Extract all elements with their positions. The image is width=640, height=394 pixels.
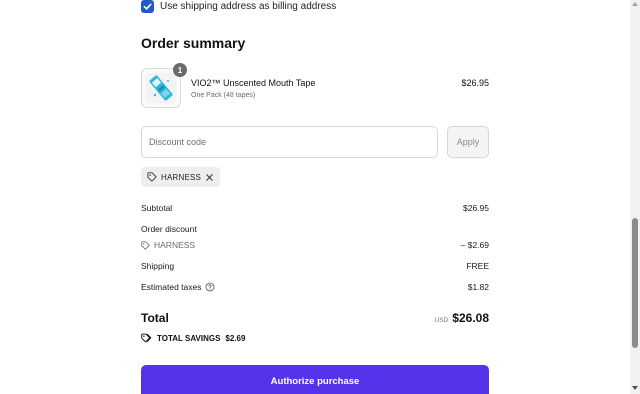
taxes-value: $1.82 (467, 282, 489, 292)
tags-icon (141, 333, 152, 343)
shipping-label: Shipping (141, 261, 175, 271)
order-discount-row: Order discount (141, 223, 489, 235)
product-variant: One Pack (48 tapes) (191, 92, 256, 99)
total-savings: TOTAL SAVINGS $2.69 (141, 332, 245, 344)
total-label: Total (141, 311, 169, 325)
shipping-value: FREE (466, 261, 489, 271)
currency-code: USD (434, 317, 449, 324)
taxes-label: Estimated taxes (141, 282, 202, 292)
scrollbar-thumb[interactable] (632, 218, 638, 348)
product-line-item: 1 VIO2™ Unscented Mouth Tape One Pack (4… (141, 63, 489, 108)
tag-icon (147, 172, 157, 182)
applied-discount-chip: HARNESS (141, 167, 221, 187)
quantity-badge: 1 (173, 63, 187, 77)
product-name: VIO2™ Unscented Mouth Tape (191, 78, 316, 88)
applied-discount-code: HARNESS (161, 172, 202, 182)
taxes-row: Estimated taxes $1.82 (141, 281, 489, 293)
subtotal-label: Subtotal (141, 203, 173, 213)
scroll-up-arrow-icon[interactable] (632, 2, 638, 6)
subtotal-value: $26.95 (463, 203, 489, 213)
total-savings-value: $2.69 (225, 333, 246, 343)
scroll-down-arrow-icon[interactable] (632, 386, 638, 390)
total-amount: USD $26.08 (435, 311, 489, 325)
apply-discount-button[interactable]: Apply (447, 126, 489, 158)
authorize-purchase-button[interactable]: Authorize purchase (141, 365, 489, 394)
discount-amount: – $2.69 (460, 240, 489, 250)
order-discount-label: Order discount (141, 224, 197, 234)
billing-checkbox-label[interactable]: Use shipping address as billing address (160, 1, 336, 12)
discount-code-row: HARNESS – $2.69 (141, 239, 489, 251)
tag-icon (141, 240, 150, 250)
product-thumbnail: 1 (141, 63, 187, 108)
billing-checkbox[interactable] (141, 0, 154, 13)
billing-same-as-shipping[interactable]: Use shipping address as billing address (141, 0, 336, 13)
product-price: $26.95 (461, 78, 489, 88)
checkmark-icon (143, 3, 152, 10)
discount-code-label: HARNESS (154, 240, 196, 250)
subtotal-row: Subtotal $26.95 (141, 202, 489, 214)
remove-discount-icon[interactable] (205, 173, 214, 182)
shipping-row: Shipping FREE (141, 260, 489, 272)
page-scrollbar[interactable] (630, 0, 640, 394)
total-row: Total USD $26.08 (141, 310, 489, 326)
product-image (146, 73, 176, 103)
total-savings-label: TOTAL SAVINGS (157, 333, 221, 343)
help-icon[interactable] (205, 282, 215, 292)
total-value: $26.08 (452, 311, 489, 325)
order-summary-title: Order summary (141, 35, 246, 51)
discount-code-input[interactable] (141, 126, 438, 158)
